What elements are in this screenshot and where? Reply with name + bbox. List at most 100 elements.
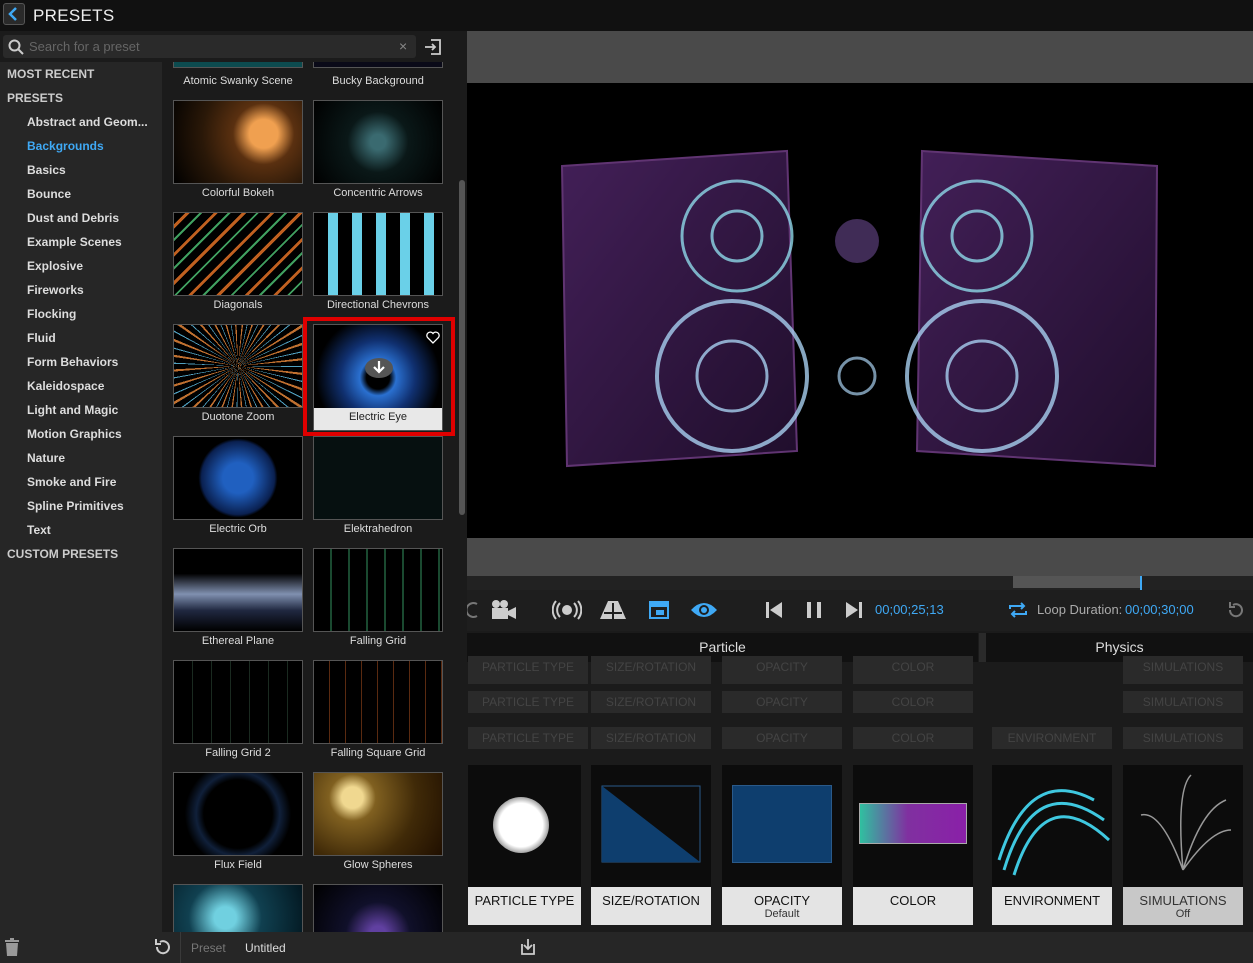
- preset-thumb-elektrahedron[interactable]: [313, 436, 443, 520]
- preset-thumb-falling-grid-2[interactable]: [173, 660, 303, 744]
- sidebar-item-fluid[interactable]: Fluid: [27, 331, 56, 345]
- sidebar-presets[interactable]: PRESETS: [7, 91, 63, 105]
- sidebar-item-backgrounds[interactable]: Backgrounds: [27, 139, 104, 153]
- sidebar-most-recent[interactable]: MOST RECENT: [7, 67, 94, 81]
- history-tab[interactable]: OPACITY: [722, 656, 842, 684]
- back-button[interactable]: [3, 3, 25, 25]
- history-tab[interactable]: SIMULATIONS: [1123, 656, 1243, 684]
- loop-duration-value[interactable]: 00;00;30;00: [1125, 602, 1194, 617]
- card-label: SIZE/ROTATION: [591, 887, 711, 925]
- sidebar-item-nature[interactable]: Nature: [27, 451, 65, 465]
- preset-thumb-partial[interactable]: [313, 884, 443, 932]
- overlay-icon[interactable]: [648, 600, 670, 620]
- sidebar-item-fireworks[interactable]: Fireworks: [27, 283, 84, 297]
- skip-back-icon[interactable]: [765, 601, 783, 619]
- sidebar-item-dust[interactable]: Dust and Debris: [27, 211, 119, 225]
- search-input[interactable]: Search for a preset: [29, 39, 140, 54]
- color-card[interactable]: COLOR: [853, 765, 973, 925]
- sidebar-item-text[interactable]: Text: [27, 523, 51, 537]
- preset-thumb-glow-spheres[interactable]: [313, 772, 443, 856]
- preset-thumb-ethereal[interactable]: [173, 548, 303, 632]
- refresh-icon[interactable]: [1227, 601, 1245, 619]
- environment-card[interactable]: ENVIRONMENT: [992, 765, 1112, 925]
- history-tab[interactable]: ENVIRONMENT: [992, 727, 1112, 749]
- history-tab[interactable]: PARTICLE TYPE: [468, 691, 588, 713]
- eye-icon[interactable]: [689, 600, 719, 620]
- sidebar-item-flocking[interactable]: Flocking: [27, 307, 76, 321]
- preset-name-value[interactable]: Untitled: [245, 941, 286, 955]
- history-tab[interactable]: COLOR: [853, 691, 973, 713]
- preset-thumb-partial[interactable]: [173, 884, 303, 932]
- current-time[interactable]: 00;00;25;13: [875, 602, 944, 617]
- pause-icon[interactable]: [805, 601, 823, 619]
- save-preset-icon[interactable]: [519, 938, 537, 956]
- particle-type-card[interactable]: PARTICLE TYPE: [468, 765, 581, 925]
- preset-thumb-concentric[interactable]: [313, 100, 443, 184]
- preset-scrollbar[interactable]: [458, 62, 467, 932]
- opacity-card[interactable]: OPACITY Default: [722, 765, 842, 925]
- preset-thumb-bokeh[interactable]: [173, 100, 303, 184]
- sidebar-item-abstract[interactable]: Abstract and Geom...: [27, 115, 148, 129]
- sidebar-item-light[interactable]: Light and Magic: [27, 403, 118, 417]
- preset-thumb-flux-field[interactable]: [173, 772, 303, 856]
- history-tab[interactable]: OPACITY: [722, 727, 842, 749]
- heart-icon[interactable]: [426, 331, 440, 344]
- sidebar-item-motion[interactable]: Motion Graphics: [27, 427, 122, 441]
- playhead[interactable]: [1140, 576, 1142, 590]
- history-tab[interactable]: COLOR: [853, 656, 973, 684]
- sidebar-item-example[interactable]: Example Scenes: [27, 235, 122, 249]
- preset-label: Falling Grid: [349, 635, 407, 647]
- scrollbar-thumb[interactable]: [459, 180, 465, 515]
- undo-icon[interactable]: [153, 938, 171, 956]
- history-tab[interactable]: COLOR: [853, 727, 973, 749]
- timeline-scrubber[interactable]: [467, 576, 1253, 590]
- history-tab[interactable]: PARTICLE TYPE: [468, 656, 588, 684]
- preset-thumb-bucky[interactable]: [313, 62, 443, 68]
- preset-thumb-electric-orb[interactable]: [173, 436, 303, 520]
- sidebar-item-spline[interactable]: Spline Primitives: [27, 499, 124, 513]
- history-tab[interactable]: SIZE/ROTATION: [591, 691, 711, 713]
- history-tab[interactable]: SIZE/ROTATION: [591, 727, 711, 749]
- preset-thumb-chevrons[interactable]: [313, 212, 443, 296]
- top-bar: PRESETS: [0, 0, 1253, 31]
- preset-thumb-falling-square[interactable]: [313, 660, 443, 744]
- sidebar-item-bounce[interactable]: Bounce: [27, 187, 71, 201]
- emitter-icon[interactable]: [552, 600, 582, 620]
- size-rotation-card[interactable]: SIZE/ROTATION: [591, 765, 711, 925]
- sidebar-item-basics[interactable]: Basics: [27, 163, 66, 177]
- sidebar-item-form[interactable]: Form Behaviors: [27, 355, 118, 369]
- history-tab[interactable]: SIMULATIONS: [1123, 691, 1243, 713]
- preset-thumb-diagonals[interactable]: [173, 212, 303, 296]
- search-field[interactable]: Search for a preset ×: [3, 35, 416, 58]
- transport-bar: 00;00;25;13 Loop Duration: 00;00;30;00: [467, 590, 1253, 631]
- clear-icon[interactable]: ×: [399, 38, 407, 54]
- card-label: OPACITY Default: [722, 887, 842, 925]
- grid-plane-icon[interactable]: [598, 599, 628, 621]
- sidebar-item-smoke[interactable]: Smoke and Fire: [27, 475, 116, 489]
- skip-forward-icon[interactable]: [845, 601, 863, 619]
- history-tab[interactable]: SIMULATIONS: [1123, 727, 1243, 749]
- trash-icon[interactable]: [4, 938, 20, 957]
- camera-icon[interactable]: [490, 599, 518, 621]
- loop-icon[interactable]: [1007, 600, 1029, 620]
- simulations-burst-icon: [1140, 774, 1232, 871]
- preset-label: Bucky Background: [332, 75, 424, 87]
- history-tab[interactable]: PARTICLE TYPE: [468, 727, 588, 749]
- preview-viewport[interactable]: [467, 31, 1253, 576]
- cloud-download-icon[interactable]: [363, 353, 395, 381]
- reset-icon[interactable]: [467, 601, 479, 619]
- preset-thumb-duotone[interactable]: [173, 324, 303, 408]
- sidebar-custom-presets[interactable]: CUSTOM PRESETS: [7, 547, 118, 561]
- sidebar-item-kaleidospace[interactable]: Kaleidospace: [27, 379, 104, 393]
- preset-thumb-atomic[interactable]: [173, 62, 303, 68]
- card-label: SIMULATIONS Off: [1123, 887, 1243, 925]
- preset-thumb-falling-grid[interactable]: [313, 548, 443, 632]
- simulations-card[interactable]: SIMULATIONS Off: [1123, 765, 1243, 925]
- loop-duration-label: Loop Duration:: [1037, 602, 1123, 617]
- history-tab[interactable]: OPACITY: [722, 691, 842, 713]
- history-tab[interactable]: SIZE/ROTATION: [591, 656, 711, 684]
- import-icon[interactable]: [423, 37, 443, 57]
- preset-label: Directional Chevrons: [326, 299, 430, 311]
- preset-grid: Atomic Swanky Scene Bucky Background Col…: [162, 62, 458, 932]
- sidebar-item-explosive[interactable]: Explosive: [27, 259, 83, 273]
